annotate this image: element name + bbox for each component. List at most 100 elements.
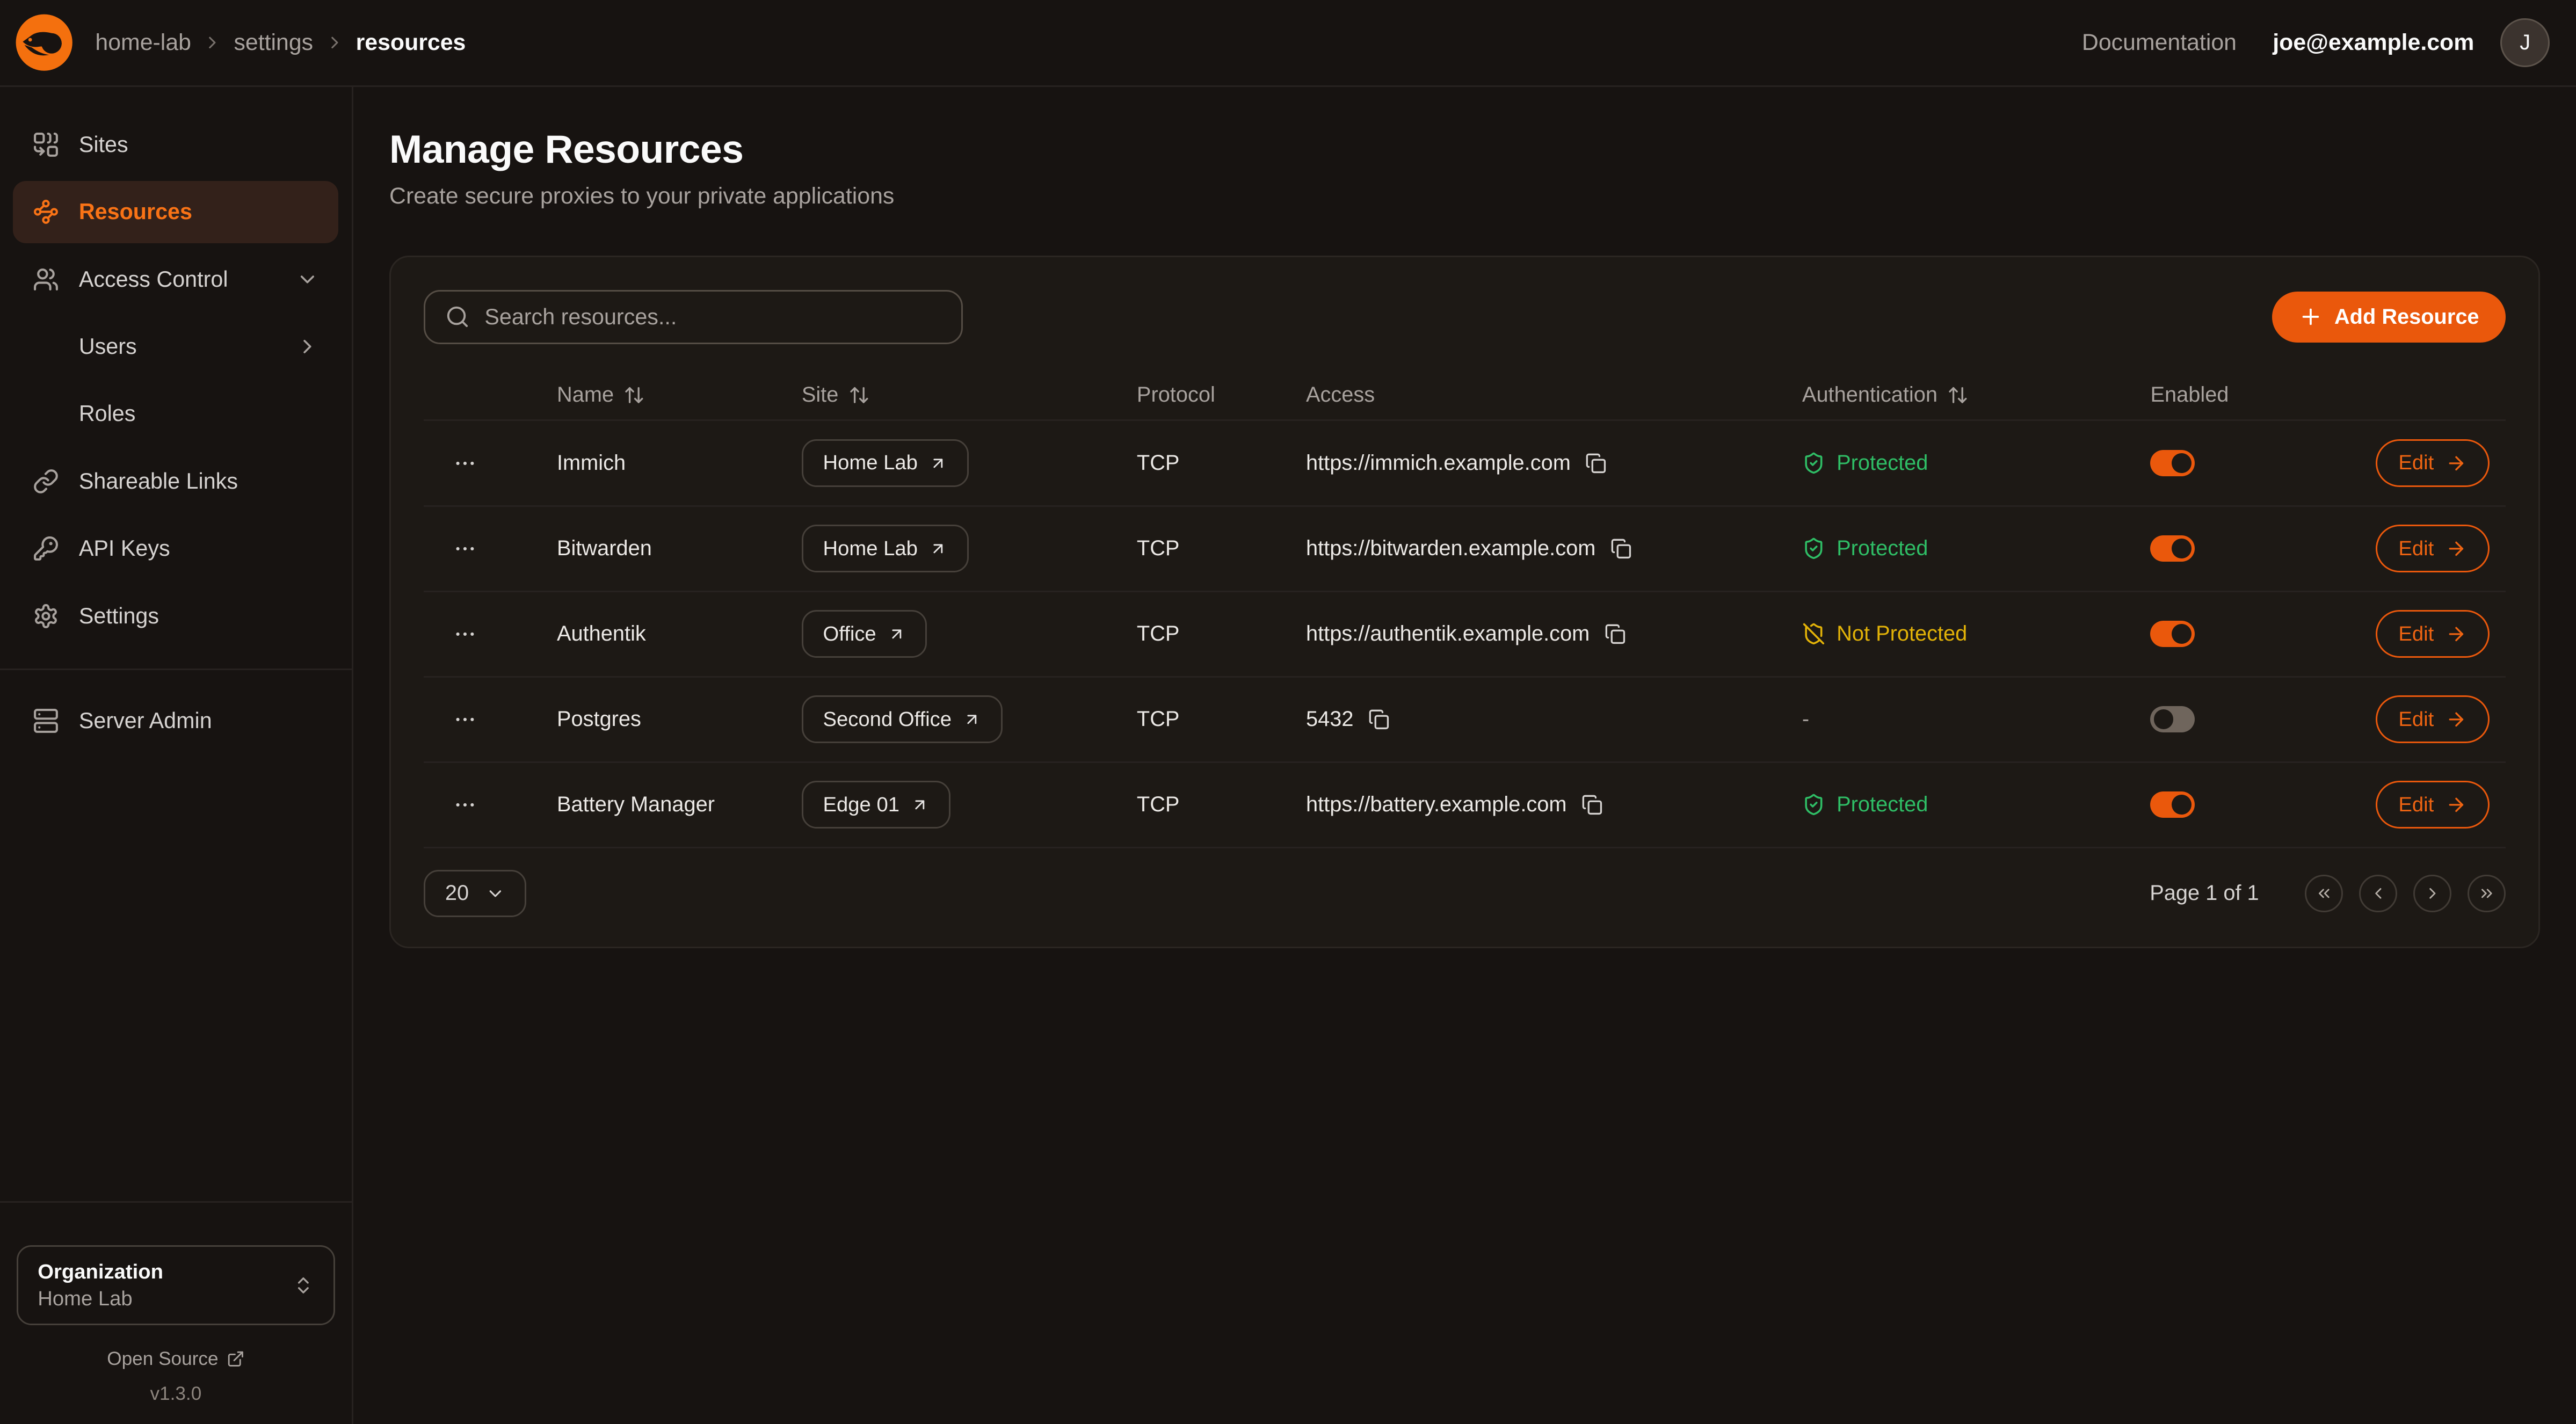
sidebar-item-roles[interactable]: Roles — [13, 383, 338, 445]
resource-protocol: TCP — [1137, 451, 1306, 475]
sidebar-item-resources[interactable]: Resources — [13, 181, 338, 243]
avatar[interactable]: J — [2500, 18, 2550, 68]
resource-protocol: TCP — [1137, 793, 1306, 817]
copy-icon[interactable] — [1368, 709, 1390, 730]
sidebar-item-shareable-links[interactable]: Shareable Links — [13, 450, 338, 512]
edit-button[interactable]: Edit — [2376, 525, 2490, 572]
auth-status: Protected — [1802, 536, 2151, 561]
page-subtitle: Create secure proxies to your private ap… — [389, 183, 2540, 209]
users-icon — [33, 266, 59, 293]
organization-selector[interactable]: Organization Home Lab — [17, 1245, 336, 1325]
link-icon — [33, 468, 59, 495]
arrow-right-icon — [2446, 538, 2467, 560]
edit-button[interactable]: Edit — [2376, 610, 2490, 658]
enabled-toggle[interactable] — [2150, 706, 2195, 732]
row-menu-button[interactable] — [444, 787, 487, 823]
add-resource-button[interactable]: Add Resource — [2272, 292, 2506, 343]
enabled-toggle[interactable] — [2150, 450, 2195, 476]
row-menu-button[interactable] — [444, 701, 487, 737]
site-link-badge[interactable]: Office — [802, 610, 927, 658]
search-input[interactable] — [484, 304, 941, 330]
first-page-button[interactable] — [2305, 875, 2342, 912]
resource-protocol: TCP — [1137, 536, 1306, 561]
row-menu-button[interactable] — [444, 531, 487, 566]
edit-button[interactable]: Edit — [2376, 781, 2490, 829]
main-content: Manage Resources Create secure proxies t… — [353, 87, 2576, 1424]
arrow-up-right-icon — [929, 454, 947, 473]
arrow-up-right-icon — [911, 796, 929, 814]
column-header-name[interactable]: Name — [557, 383, 802, 407]
row-menu-button[interactable] — [444, 616, 487, 652]
column-header-access: Access — [1306, 383, 1802, 407]
copy-icon[interactable] — [1585, 453, 1607, 474]
sidebar-item-server-admin[interactable]: Server Admin — [13, 690, 338, 752]
site-link-badge[interactable]: Home Lab — [802, 525, 969, 572]
breadcrumb-settings[interactable]: settings — [234, 30, 313, 56]
add-resource-label: Add Resource — [2334, 305, 2479, 329]
arrow-right-icon — [2446, 453, 2467, 474]
sidebar-item-api-keys[interactable]: API Keys — [13, 518, 338, 580]
gear-icon — [33, 603, 59, 629]
auth-status-label: Protected — [1837, 793, 1928, 817]
copy-icon[interactable] — [1581, 794, 1603, 816]
resources-icon — [33, 199, 59, 225]
site-name: Office — [823, 622, 876, 646]
site-link-badge[interactable]: Edge 01 — [802, 781, 950, 829]
table-row: Battery Manager Edge 01 TCP https:// — [424, 763, 2505, 848]
sidebar-item-access-control[interactable]: Access Control — [13, 248, 338, 310]
next-page-button[interactable] — [2413, 875, 2451, 912]
resource-name: Postgres — [557, 707, 802, 731]
user-email[interactable]: joe@example.com — [2273, 30, 2474, 56]
documentation-link[interactable]: Documentation — [2082, 30, 2237, 56]
page-size-select[interactable]: 20 — [424, 870, 526, 918]
page-info: Page 1 of 1 — [2150, 881, 2259, 905]
edit-button[interactable]: Edit — [2376, 439, 2490, 487]
app-logo[interactable] — [10, 8, 78, 77]
breadcrumb: home-lab settings resources — [95, 30, 466, 56]
sidebar-footer-divider — [0, 1201, 352, 1203]
resource-access-url: https://bitwarden.example.com — [1306, 536, 1595, 561]
chevron-right-icon — [202, 33, 222, 53]
copy-icon[interactable] — [1605, 623, 1626, 645]
sidebar-item-label: Server Admin — [79, 708, 212, 733]
enabled-toggle[interactable] — [2150, 791, 2195, 818]
sidebar-item-label: API Keys — [79, 536, 170, 561]
sidebar-item-users[interactable]: Users — [13, 315, 338, 377]
row-menu-button[interactable] — [444, 445, 487, 481]
sidebar-item-settings[interactable]: Settings — [13, 585, 338, 647]
resource-name: Bitwarden — [557, 536, 802, 561]
copy-icon[interactable] — [1610, 538, 1632, 560]
auth-status: Protected — [1802, 451, 2151, 475]
edit-button[interactable]: Edit — [2376, 695, 2490, 743]
table-row: Postgres Second Office TCP 5432 — [424, 678, 2505, 763]
column-header-enabled: Enabled — [2150, 383, 2375, 407]
last-page-button[interactable] — [2468, 875, 2505, 912]
breadcrumb-home-lab[interactable]: home-lab — [95, 30, 191, 56]
enabled-toggle[interactable] — [2150, 535, 2195, 562]
prev-page-button[interactable] — [2359, 875, 2397, 912]
auth-status-label: - — [1802, 707, 1809, 731]
open-source-link[interactable]: Open Source — [13, 1348, 338, 1370]
topbar: home-lab settings resources Documentatio… — [0, 0, 2576, 87]
enabled-toggle[interactable] — [2150, 621, 2195, 647]
site-link-badge[interactable]: Home Lab — [802, 439, 969, 487]
resources-card: Add Resource Name Site — [389, 256, 2540, 949]
chevrons-up-down-icon — [293, 1275, 314, 1296]
chevron-right-icon — [325, 33, 345, 53]
sidebar-item-label: Roles — [79, 401, 136, 426]
arrow-right-icon — [2446, 709, 2467, 730]
column-label: Access — [1306, 383, 1375, 407]
sidebar-item-label: Resources — [79, 199, 192, 224]
column-header-site[interactable]: Site — [802, 383, 1137, 407]
external-link-icon — [227, 1350, 245, 1368]
sidebar-item-sites[interactable]: Sites — [13, 113, 338, 176]
auth-status: - — [1802, 707, 2151, 731]
key-icon — [33, 535, 59, 562]
column-header-authentication[interactable]: Authentication — [1802, 383, 2151, 407]
resource-access-url: 5432 — [1306, 707, 1353, 731]
auth-status-label: Not Protected — [1837, 622, 1967, 646]
site-link-badge[interactable]: Second Office — [802, 695, 1003, 743]
table-header: Name Site Protocol — [424, 370, 2505, 420]
column-label: Name — [557, 383, 614, 407]
auth-status-label: Protected — [1837, 536, 1928, 561]
